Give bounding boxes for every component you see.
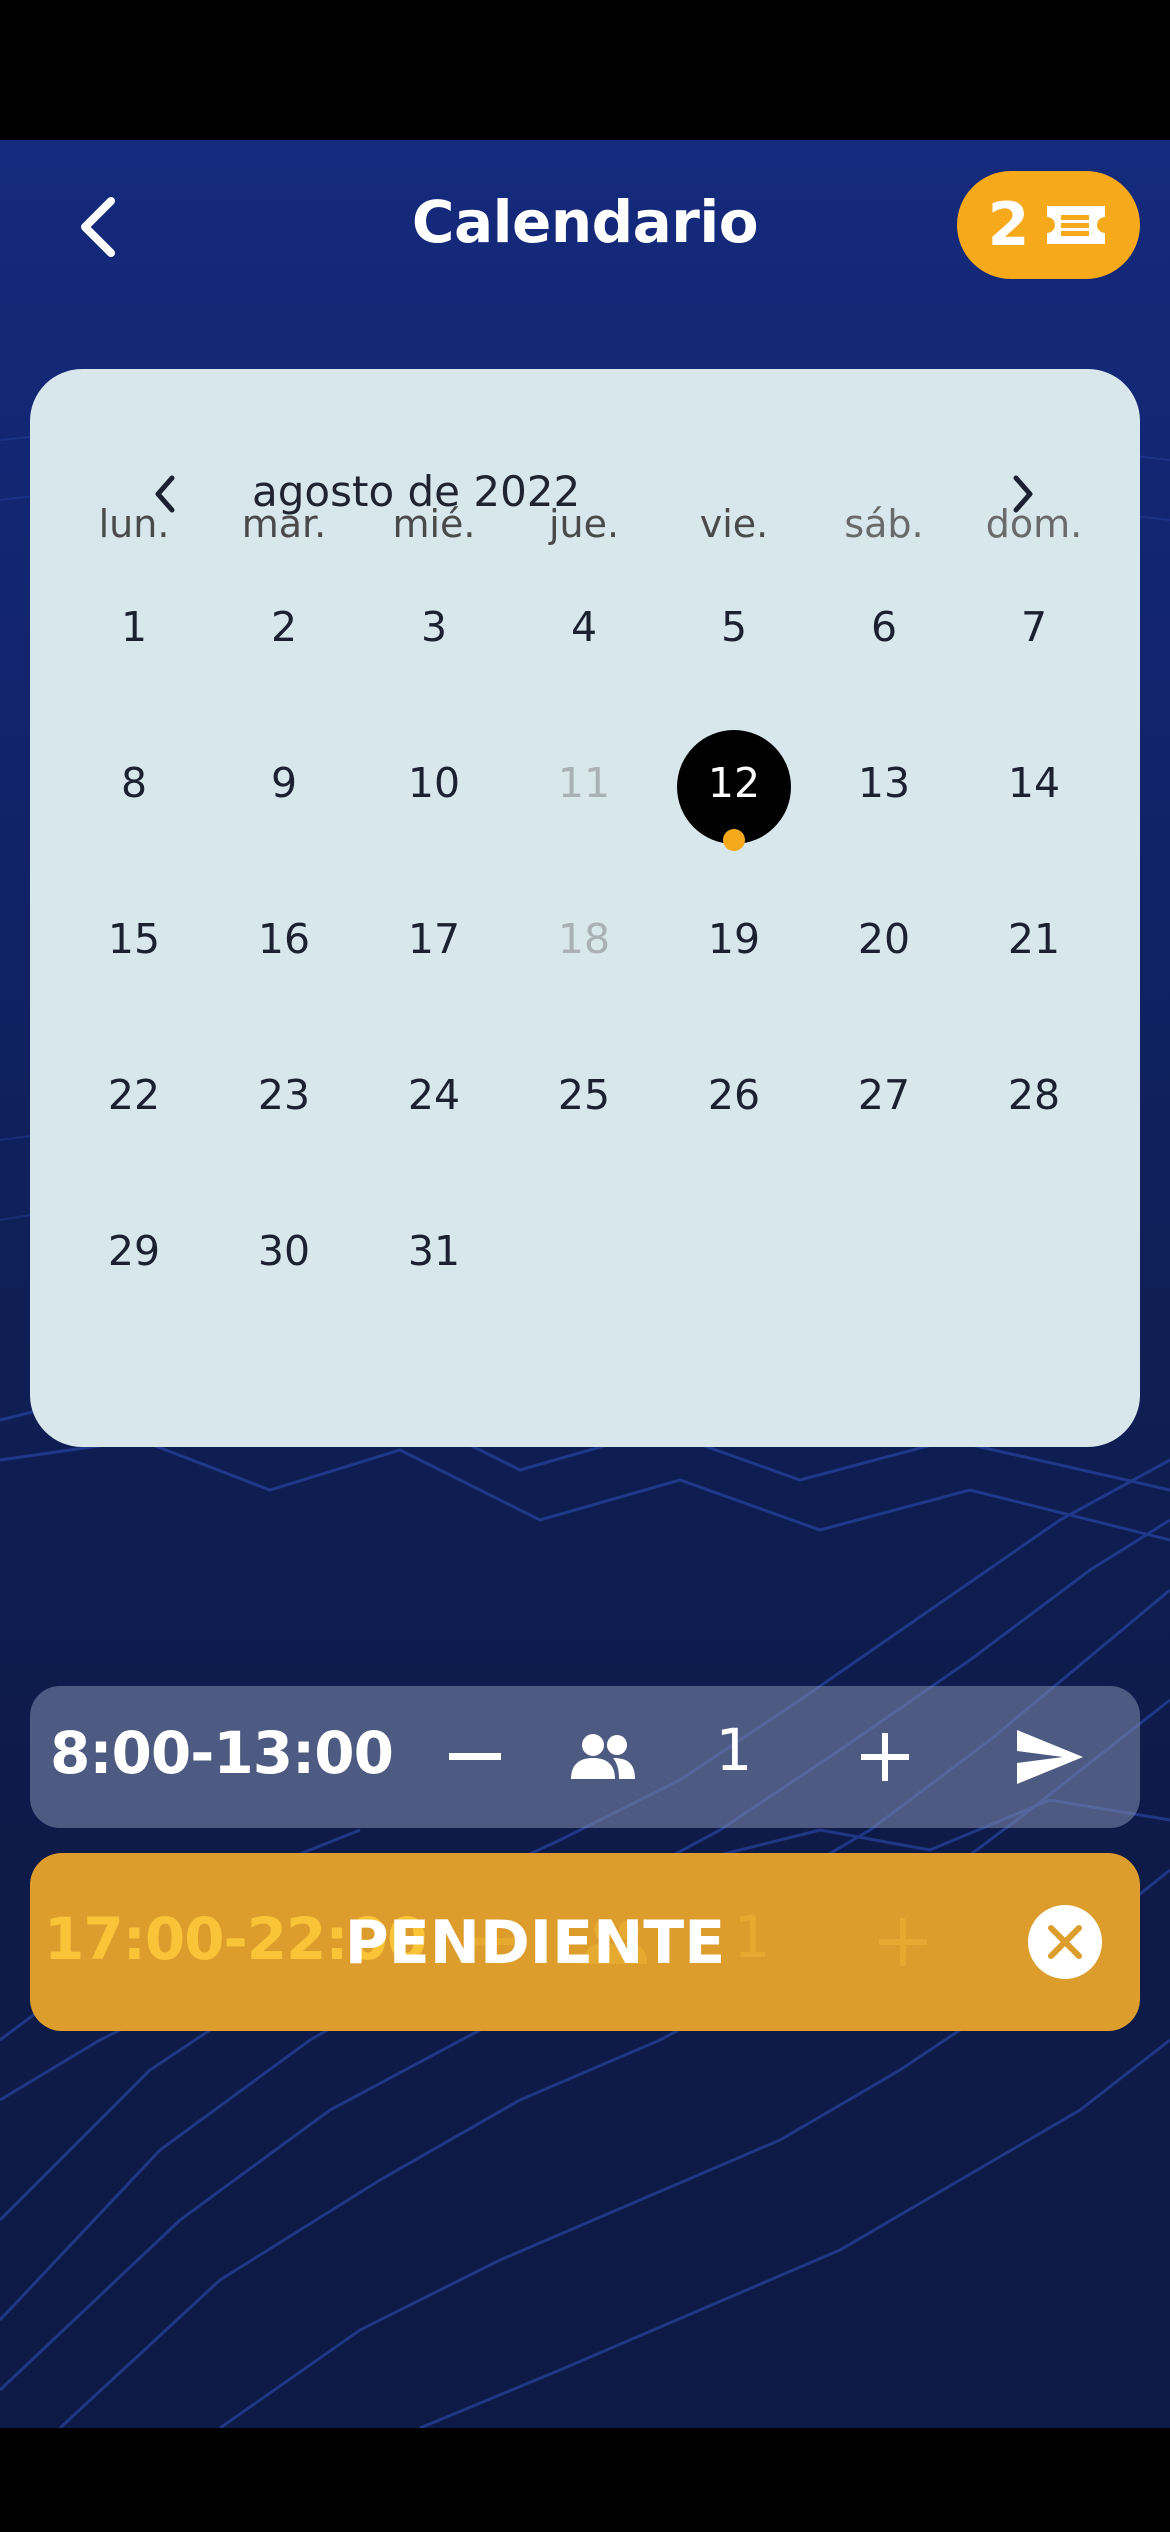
calendar-day[interactable]: 2: [209, 603, 359, 651]
calendar-day[interactable]: 26: [659, 1071, 809, 1119]
weekday-label: mié.: [392, 502, 476, 546]
cancel-button[interactable]: [1028, 1905, 1102, 1979]
time-slot-row: 8:00-13:00 1: [30, 1686, 1140, 1828]
calendar-day[interactable]: 17: [359, 915, 509, 963]
calendar-day: 11: [557, 759, 611, 807]
send-button[interactable]: [1005, 1724, 1095, 1790]
calendar-day[interactable]: 3: [359, 603, 509, 651]
calendar-day: 18: [557, 915, 611, 963]
event-dot: [723, 829, 745, 851]
tickets-count: 2: [987, 190, 1030, 260]
calendar-day[interactable]: 6: [809, 603, 959, 651]
calendar-day[interactable]: 16: [209, 915, 359, 963]
decrease-button[interactable]: [425, 1726, 525, 1788]
close-icon: [1048, 1925, 1082, 1959]
plus-icon: [861, 1733, 909, 1781]
people-count: 1: [715, 1716, 753, 1784]
ticket-icon: [1047, 206, 1106, 244]
pending-slot-row: 17:00-22:00 1 PENDIENTE: [30, 1853, 1140, 2031]
slot-time: 8:00-13:00: [50, 1719, 394, 1787]
calendar-day[interactable]: 1: [59, 603, 209, 651]
calendar-day[interactable]: 30: [209, 1227, 359, 1275]
calendar-day[interactable]: 25: [509, 1071, 659, 1119]
calendar-day[interactable]: 29: [59, 1227, 209, 1275]
tickets-badge[interactable]: 2: [957, 171, 1140, 279]
calendar-day[interactable]: 5: [659, 603, 809, 651]
calendar-day[interactable]: 24: [359, 1071, 509, 1119]
calendar-day-selected[interactable]: 12: [659, 759, 809, 807]
calendar-day[interactable]: 13: [809, 759, 959, 807]
people-icon: [571, 1734, 635, 1779]
weekday-label: dom.: [985, 502, 1083, 546]
pending-status: PENDIENTE: [344, 1908, 726, 1978]
calendar-day[interactable]: 23: [209, 1071, 359, 1119]
app-root: Calendario 2 agosto de 2022 lun. mar. mi…: [0, 140, 1170, 2428]
calendar-day[interactable]: 31: [359, 1227, 509, 1275]
increase-button[interactable]: [835, 1726, 935, 1788]
calendar-day[interactable]: 19: [659, 915, 809, 963]
calendar-day[interactable]: 15: [59, 915, 209, 963]
calendar-card: agosto de 2022 lun. mar. mié. jue. vie. sáb. d…: [30, 369, 1140, 1447]
people-icon-wrap: [558, 1726, 648, 1788]
calendar-day[interactable]: 20: [809, 915, 959, 963]
calendar-day[interactable]: 8: [59, 759, 209, 807]
calendar-day[interactable]: 28: [959, 1071, 1109, 1119]
calendar-day[interactable]: 14: [959, 759, 1109, 807]
calendar-day[interactable]: 9: [209, 759, 359, 807]
minus-icon: [449, 1753, 501, 1760]
calendar-day[interactable]: 22: [59, 1071, 209, 1119]
calendar-day[interactable]: 4: [509, 603, 659, 651]
weekday-label: jue.: [548, 502, 620, 546]
calendar-day[interactable]: 10: [359, 759, 509, 807]
weekday-label: sáb.: [844, 502, 924, 546]
weekday-label: mar.: [241, 502, 327, 546]
calendar-day[interactable]: 7: [959, 603, 1109, 651]
send-icon: [1017, 1730, 1083, 1784]
weekday-label: lun.: [98, 502, 170, 546]
calendar-day[interactable]: 27: [809, 1071, 959, 1119]
calendar-day[interactable]: 21: [959, 915, 1109, 963]
weekday-label: vie.: [699, 502, 769, 546]
screen: Calendario 2 agosto de 2022 lun. mar. mi…: [0, 0, 1170, 2532]
